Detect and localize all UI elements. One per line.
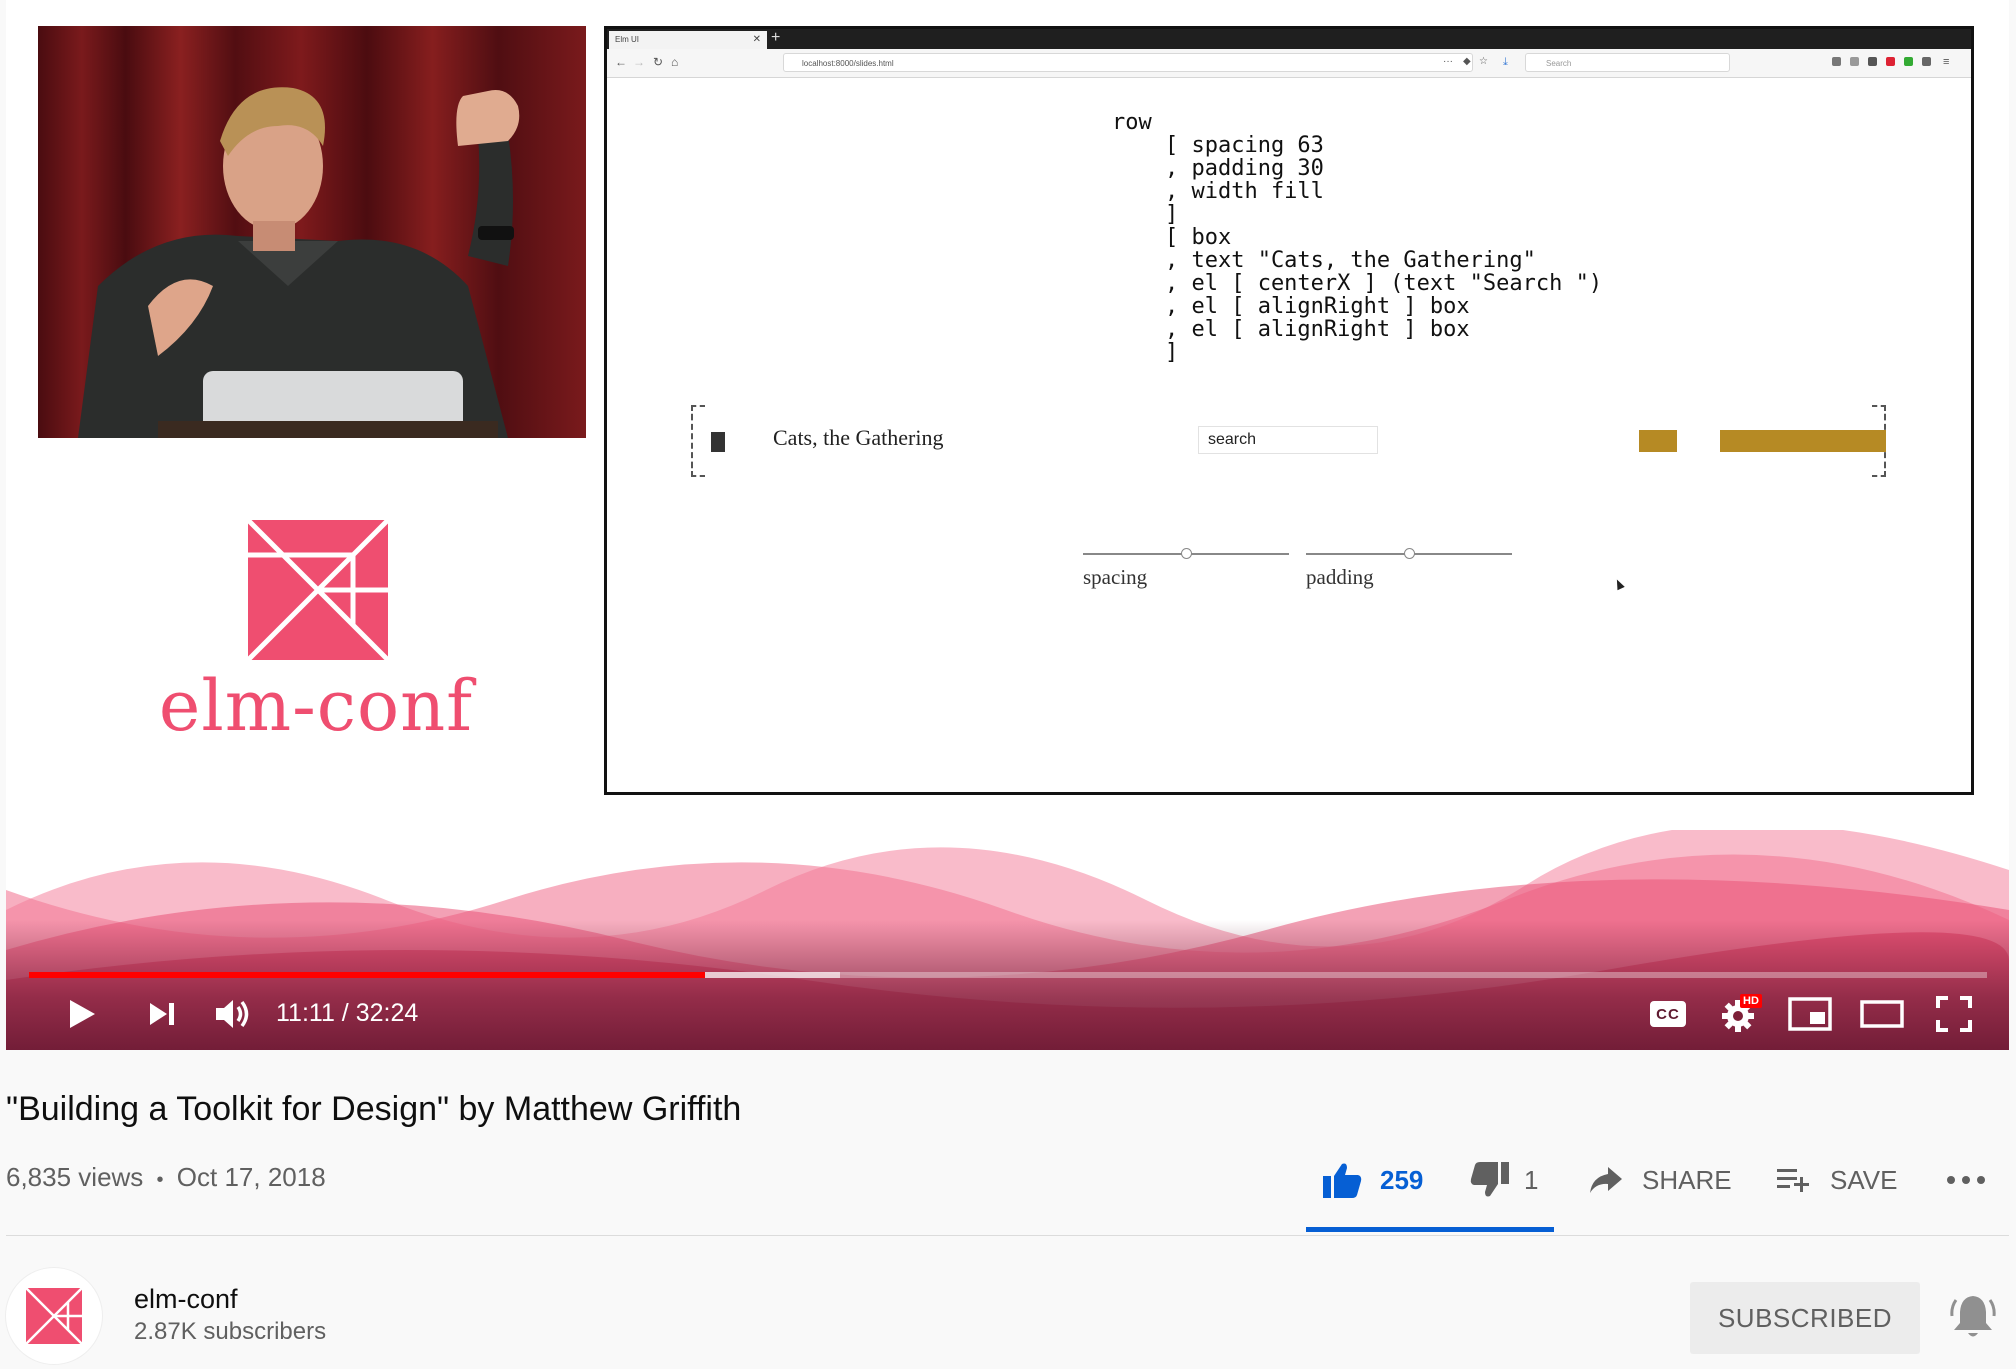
slider-knob: [1404, 548, 1415, 559]
theater-icon: [1860, 1000, 1904, 1028]
sidebar-icon: [1850, 57, 1859, 66]
channel-logo-icon: [25, 1287, 83, 1345]
subscriber-count: 2.87K subscribers: [134, 1318, 327, 1345]
extension-icon: [1868, 57, 1877, 66]
demo-search-box: search: [1198, 426, 1378, 454]
dislike-count: 1: [1524, 1164, 1539, 1195]
extension-gray-icon: [1922, 57, 1931, 66]
like-ratio-bar: [1306, 1227, 1554, 1232]
hd-badge: HD: [1740, 994, 1762, 1008]
theater-mode-button[interactable]: [1854, 992, 1910, 1036]
settings-button[interactable]: HD: [1712, 992, 1768, 1036]
demo-search-text: search: [1208, 431, 1257, 448]
share-label: SHARE: [1642, 1164, 1732, 1195]
slide-browser-window: Elm UI ✕ + ← → ↻ ⌂ localhost:8000/slides…: [604, 26, 1974, 795]
demo-box: [711, 432, 725, 452]
home-icon: ⌂: [671, 55, 679, 69]
miniplayer-button[interactable]: [1782, 992, 1838, 1036]
slider-label: padding: [1306, 565, 1374, 589]
demo-box-aligned-right-wide: [1720, 430, 1886, 452]
volume-button[interactable]: [206, 992, 262, 1036]
share-arrow-icon: [1590, 1167, 1622, 1193]
logo-wordmark: elm-conf: [158, 665, 474, 747]
url-text: localhost:8000/slides.html: [802, 59, 894, 68]
slider-knob: [1181, 548, 1192, 559]
time-separator: /: [334, 999, 356, 1027]
captions-icon: CC: [1650, 1001, 1686, 1027]
demo-title-text: Cats, the Gathering: [773, 425, 944, 450]
channel-avatar[interactable]: [6, 1268, 102, 1364]
browser-tab-bar: Elm UI ✕ +: [607, 29, 1971, 49]
bookmark-star-icon: ☆: [1479, 56, 1488, 67]
more-icon: ···: [1443, 56, 1453, 67]
captions-label: CC: [1656, 1005, 1680, 1023]
bell-icon: [1950, 1296, 1996, 1337]
share-button[interactable]: SHARE: [1588, 1158, 1732, 1202]
thumbs-down-icon: [1470, 1162, 1509, 1197]
dislike-button[interactable]: 1: [1470, 1158, 1538, 1202]
fullscreen-icon: [1936, 996, 1972, 1032]
thumbs-up-icon: [1323, 1163, 1362, 1198]
elm-conf-logo: elm-conf: [126, 520, 506, 760]
menu-icon: ≡: [1943, 56, 1950, 68]
save-label: SAVE: [1830, 1164, 1898, 1195]
demo-row-layout: Cats, the Gathering search: [691, 405, 1886, 477]
dashed-corner-bottom-left: [691, 463, 705, 477]
progress-played: [29, 972, 705, 978]
dashed-edge-left: [691, 405, 693, 477]
download-icon: ⤓: [1503, 56, 1508, 68]
miniplayer-icon: [1788, 997, 1832, 1031]
fullscreen-button[interactable]: [1926, 992, 1982, 1036]
channel-name[interactable]: elm-conf: [134, 1284, 238, 1315]
speaker-image: [38, 26, 586, 438]
time-display: 11:11 / 32:24: [276, 996, 418, 1030]
save-button[interactable]: SAVE: [1776, 1158, 1897, 1202]
tangram-logo-icon: [248, 520, 388, 660]
video-actions: 259 1 SHARE SAVE: [0, 1148, 2016, 1218]
subscribed-label: SUBSCRIBED: [1717, 1302, 1893, 1333]
speaker-video-frame: [38, 26, 586, 438]
library-icon: [1832, 57, 1841, 66]
play-button[interactable]: [56, 992, 108, 1036]
browser-tab: Elm UI ✕: [609, 31, 767, 49]
captions-button[interactable]: CC: [1640, 992, 1696, 1036]
video-player[interactable]: elm-conf Elm UI ✕ + ← → ↻ ⌂ localhost:80…: [6, 0, 2009, 1050]
slider-label: spacing: [1083, 565, 1148, 589]
browser-toolbar: ← → ↻ ⌂ localhost:8000/slides.html ··· ◆…: [607, 49, 1971, 78]
browser-search-placeholder: Search: [1546, 59, 1572, 68]
video-title: "Building a Toolkit for Design" by Matth…: [6, 1090, 742, 1128]
playlist-add-icon: [1777, 1169, 1809, 1192]
time-current: 11:11: [276, 999, 335, 1027]
progress-bar[interactable]: [29, 972, 1987, 978]
extension-green-icon: [1904, 57, 1913, 66]
mouse-cursor-icon: [1613, 577, 1625, 591]
like-count: 259: [1380, 1164, 1424, 1195]
volume-icon: [216, 1000, 249, 1028]
new-tab-icon: +: [771, 29, 781, 46]
controls-gradient: [6, 920, 2009, 1050]
more-actions-button[interactable]: [1946, 1158, 1986, 1202]
dashed-corner-top-left: [691, 405, 705, 419]
back-icon: ←: [615, 55, 627, 69]
like-button[interactable]: 259: [1322, 1158, 1423, 1202]
next-icon: [150, 1003, 174, 1025]
browser-tab-title: Elm UI: [615, 35, 639, 44]
pocket-icon: ◆: [1463, 56, 1471, 67]
extension-red-icon: [1886, 57, 1895, 66]
next-button[interactable]: [136, 992, 188, 1036]
notification-bell-button[interactable]: [1950, 1292, 1996, 1342]
reload-icon: ↻: [653, 55, 664, 69]
subscribed-button[interactable]: SUBSCRIBED: [1690, 1282, 1920, 1354]
section-divider: [6, 1235, 2009, 1236]
time-total: 32:24: [355, 999, 419, 1027]
close-icon: ✕: [752, 34, 761, 45]
more-horizontal-icon: [1947, 1176, 1985, 1184]
url-bar: localhost:8000/slides.html: [783, 53, 1473, 72]
browser-search-field: Search: [1525, 53, 1730, 72]
slide-code-block: row [ spacing 63 , padding 30 , width fi…: [1112, 110, 1603, 365]
play-icon: [70, 1000, 95, 1028]
forward-icon: →: [633, 55, 645, 69]
demo-box-aligned-right: [1639, 430, 1677, 452]
